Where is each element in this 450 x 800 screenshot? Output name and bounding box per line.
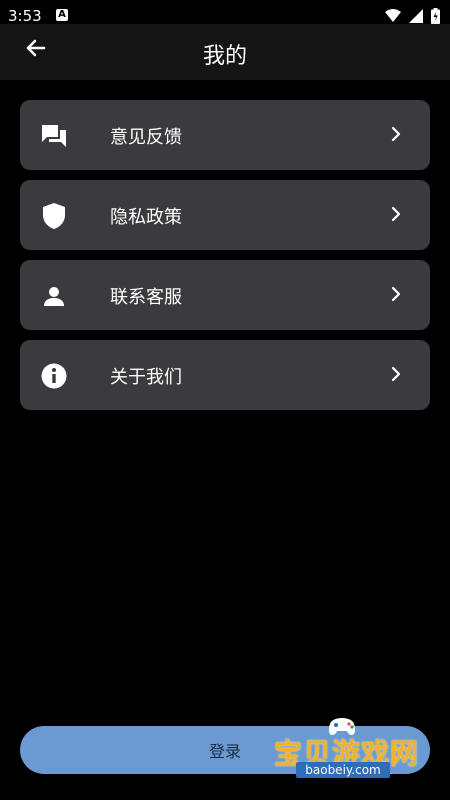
menu-item-about[interactable]: 关于我们 [20, 340, 430, 410]
menu-list: 意见反馈 隐私政策 联系客服 关于我们 [20, 100, 430, 420]
person-icon [40, 282, 68, 310]
battery-icon [431, 8, 440, 24]
watermark-url: baobeiy.com [296, 762, 390, 778]
menu-item-feedback[interactable]: 意见反馈 [20, 100, 430, 170]
menu-label: 关于我们 [110, 367, 182, 388]
menu-label: 隐私政策 [110, 207, 182, 228]
menu-item-privacy[interactable]: 隐私政策 [20, 180, 430, 250]
menu-item-customer-service[interactable]: 联系客服 [20, 260, 430, 330]
app-bar: 我的 [0, 24, 450, 80]
status-time: 3:53 [8, 7, 42, 25]
wifi-icon [385, 9, 401, 22]
signal-icon [409, 9, 423, 23]
chevron-right-icon [391, 366, 401, 382]
status-icons [385, 8, 440, 24]
info-icon [40, 362, 68, 390]
feedback-icon [40, 122, 68, 150]
menu-label: 意见反馈 [110, 127, 182, 148]
watermark-logo: 宝贝游戏网 baobeiy.com [274, 712, 424, 780]
shield-icon [40, 202, 68, 230]
chevron-right-icon [391, 286, 401, 302]
menu-label: 联系客服 [110, 287, 182, 308]
chevron-right-icon [391, 206, 401, 222]
a-icon: A [56, 9, 68, 21]
chevron-right-icon [391, 126, 401, 142]
page-title: 我的 [202, 44, 247, 69]
